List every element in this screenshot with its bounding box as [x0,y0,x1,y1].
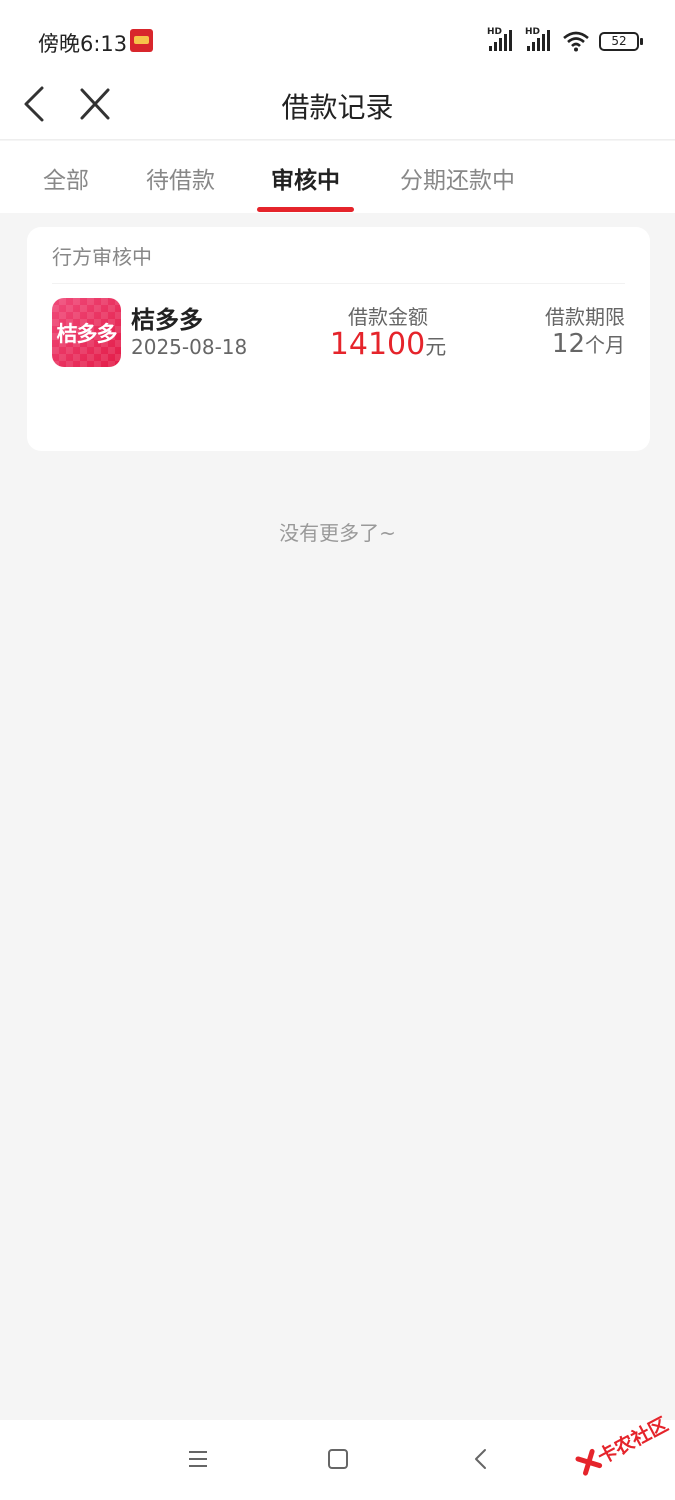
loan-date: 2025-08-18 [131,335,248,359]
term-value: 12个月 [552,329,625,359]
tab-under-review[interactable]: 审核中 [271,161,340,195]
status-icons: HD HD 52 [487,27,643,54]
term-number: 12 [551,329,585,359]
card-divider [52,283,625,284]
term-label: 借款期限 [545,305,625,329]
term-unit: 个月 [585,333,625,357]
signal-hd-label-2: HD [525,27,541,37]
tab-pending-loan[interactable]: 待借款 [146,161,215,195]
lender-logo: 桔多多 [52,298,121,367]
amount-label: 借款金额 [348,305,428,329]
page-title: 借款记录 [281,91,394,124]
cellular-signal-icon: HD [487,27,515,53]
cellular-signal-icon-2: HD [525,27,553,53]
lender-name: 桔多多 [131,306,203,334]
notification-app-icon [130,29,153,52]
status-time: 傍晚6:13 [38,32,128,56]
watermark-text: 卡农社区 [594,1413,672,1469]
system-back-icon[interactable] [470,1448,492,1470]
signal-hd-label: HD [487,27,503,37]
home-icon[interactable] [327,1448,349,1470]
amount-value: 14100元 [317,327,459,362]
status-tabs: 全部 待借款 审核中 分期还款中 [0,141,675,213]
lender-logo-text: 桔多多 [56,322,118,346]
loan-record-card[interactable]: 行方审核中 桔多多 桔多多 2025-08-18 借款金额 14100元 借款期… [27,227,650,451]
tab-all[interactable]: 全部 [43,161,89,195]
active-tab-indicator [257,207,354,212]
tab-installment-repaying[interactable]: 分期还款中 [400,161,515,195]
amount-number: 14100 [329,327,426,362]
battery-indicator: 52 [599,31,643,51]
list-end-text: 没有更多了~ [279,521,396,545]
amount-unit: 元 [425,335,447,359]
menu-icon[interactable] [187,1448,209,1470]
status-bar: 傍晚6:13 HD HD 52 [0,0,675,80]
wifi-icon [563,31,589,52]
record-status-text: 行方审核中 [52,245,152,269]
nav-bar: 借款记录 [0,70,675,140]
